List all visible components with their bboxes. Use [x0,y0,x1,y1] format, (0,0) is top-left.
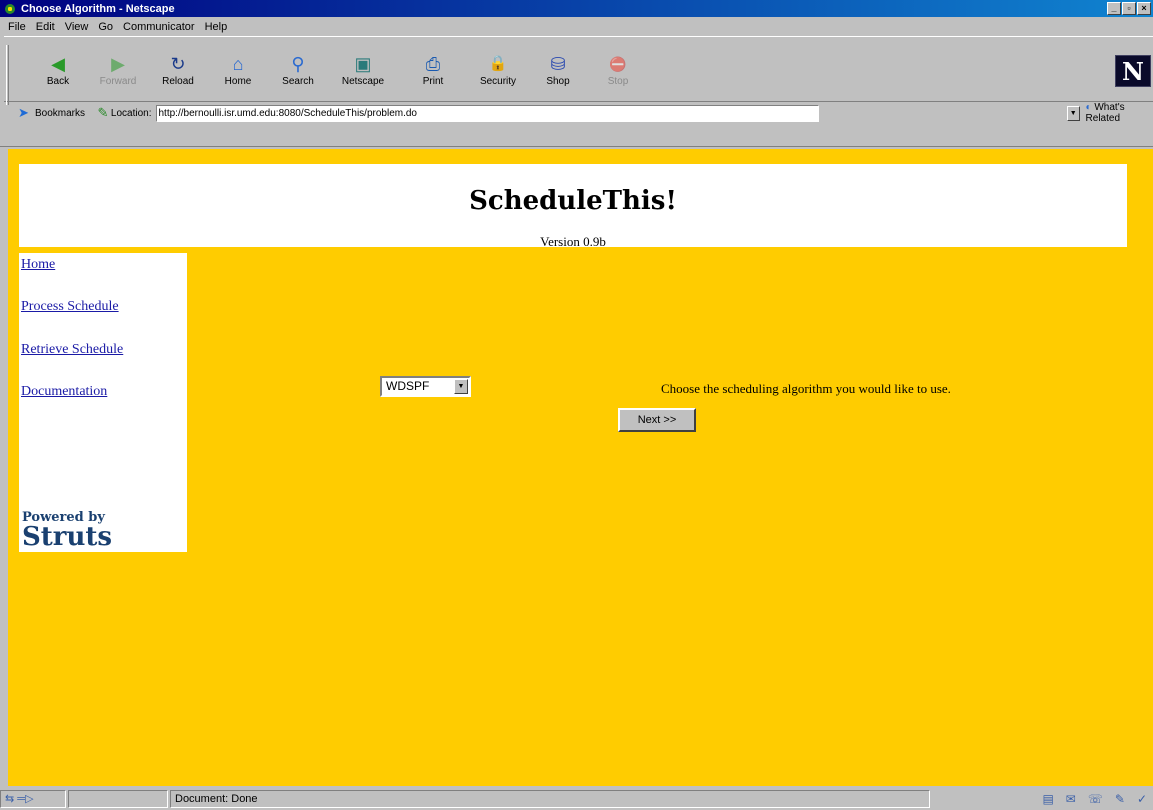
netscape-app-icon [3,2,17,16]
close-button[interactable]: × [1137,2,1151,15]
address-book-icon[interactable]: ✓ [1137,792,1147,806]
reload-icon: ↻ [170,54,186,74]
nav-link-process-schedule[interactable]: Process Schedule [21,299,119,315]
location-bar: ➤ Bookmarks ✎ Location: http://bernoulli… [4,102,1153,124]
minimize-button[interactable]: _ [1107,2,1121,15]
forward-button[interactable]: ▶ Forward [90,53,146,97]
personal-toolbar [0,125,1153,147]
version-text: Version 0.9b [540,234,606,249]
toolbar-grip[interactable] [6,45,9,105]
title-bar: Choose Algorithm - Netscape _ ▫ × [0,0,1153,17]
menu-go[interactable]: Go [93,21,118,33]
print-icon: ⎙ [425,54,441,74]
search-icon: ⚲ [291,54,305,74]
chevron-down-icon[interactable]: ▼ [454,379,468,394]
back-arrow-icon: ◀ [51,54,65,74]
maximize-button[interactable]: ▫ [1122,2,1136,15]
menu-bar: File Edit View Go Communicator Help [0,18,1153,35]
menu-communicator[interactable]: Communicator [118,21,200,33]
reload-button[interactable]: ↻ Reload [150,53,206,97]
navigator-icon[interactable]: ▤ [1042,792,1053,806]
page-title: ScheduleThis! [469,186,677,216]
related-icon: ◐ [1085,102,1092,113]
progress-cell [68,790,168,808]
menu-help[interactable]: Help [200,21,233,33]
menu-view[interactable]: View [60,21,94,33]
page-content: ScheduleThis! Version 0.9b Home Process … [8,149,1153,786]
nav-link-retrieve-schedule[interactable]: Retrieve Schedule [21,342,123,358]
location-icon: ✎ [97,105,109,120]
nav-link-documentation[interactable]: Documentation [21,384,107,400]
whats-related-button[interactable]: ◐ What's Related [1086,102,1153,124]
print-button[interactable]: ⎙ Print [405,53,461,97]
bookmarks-label[interactable]: Bookmarks [35,108,85,119]
url-dropdown-button[interactable]: ▼ [1066,105,1080,121]
home-button[interactable]: ⌂ Home [210,53,266,97]
navigation-toolbar: ◀ Back ▶ Forward ↻ Reload ⌂ Home ⚲ Searc… [4,36,1153,105]
sidebar: Home Process Schedule Retrieve Schedule … [19,253,187,552]
lock-icon: 🔒 [488,55,508,72]
algorithm-select[interactable]: WDSPF ▼ [380,376,471,397]
stop-button[interactable]: ⛔ Stop [590,53,646,97]
shop-button[interactable]: ⛁ Shop [530,53,586,97]
forward-arrow-icon: ▶ [111,54,125,74]
component-bar: ▤ ✉ ☏ ✎ ✓ [1042,792,1147,806]
composer-icon[interactable]: ✎ [1115,792,1125,806]
home-icon: ⌂ [232,54,244,74]
menu-file[interactable]: File [3,21,31,33]
newsgroups-icon[interactable]: ☏ [1088,792,1103,806]
instructions-text: Choose the scheduling algorithm you woul… [661,381,951,396]
bookmarks-icon[interactable]: ➤ [12,105,35,121]
browser-window: Choose Algorithm - Netscape _ ▫ × File E… [0,0,1153,810]
status-bar: ⇆ ═▷ Document: Done ▤ ✉ ☏ ✎ ✓ [0,788,1153,810]
status-text: Document: Done [170,790,930,808]
netscape-button[interactable]: ▣ Netscape [335,53,391,97]
location-label: Location: [110,107,152,119]
next-button[interactable]: Next >> [618,408,696,432]
security-button[interactable]: 🔒 Security [470,53,526,97]
netscape-logo[interactable]: N [1115,55,1151,87]
page-header: ScheduleThis! Version 0.9b [19,164,1127,249]
window-controls: _ ▫ × [1107,2,1151,15]
powered-by-struts-logo[interactable]: Powered by Struts [22,511,112,551]
back-button[interactable]: ◀ Back [30,53,86,97]
search-button[interactable]: ⚲ Search [270,53,326,97]
nav-link-home[interactable]: Home [21,257,55,273]
shop-icon: ⛁ [550,54,566,74]
connection-status-icon: ⇆ ═▷ [0,790,66,808]
window-title: Choose Algorithm - Netscape [21,2,175,15]
menu-edit[interactable]: Edit [31,21,60,33]
url-input[interactable]: http://bernoulli.isr.umd.edu:8080/Schedu… [155,104,819,122]
netscape-icon: ▣ [354,54,372,74]
stop-icon: ⛔ [609,56,627,72]
mail-icon[interactable]: ✉ [1066,792,1076,806]
